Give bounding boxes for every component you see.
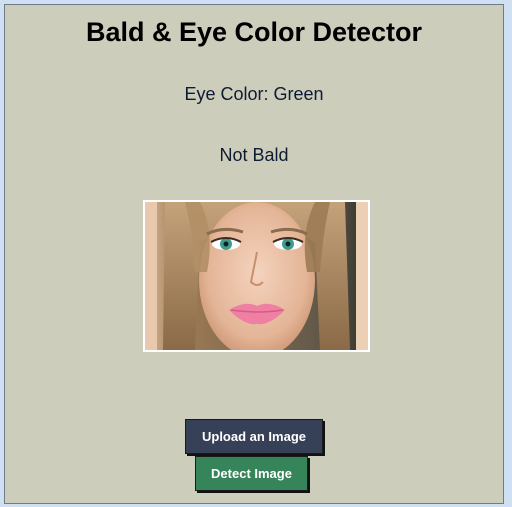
eye-color-result: Eye Color: Green xyxy=(184,84,324,104)
detect-image-button[interactable]: Detect Image xyxy=(195,456,308,491)
bald-status-result: Not Bald xyxy=(219,145,289,165)
upload-image-button[interactable]: Upload an Image xyxy=(185,419,323,454)
app-title: Bald & Eye Color Detector xyxy=(85,17,423,47)
uploaded-image-preview xyxy=(143,200,370,352)
app-window: Bald & Eye Color Detector Eye Color: Gre… xyxy=(4,4,504,504)
face-photo xyxy=(145,202,368,350)
